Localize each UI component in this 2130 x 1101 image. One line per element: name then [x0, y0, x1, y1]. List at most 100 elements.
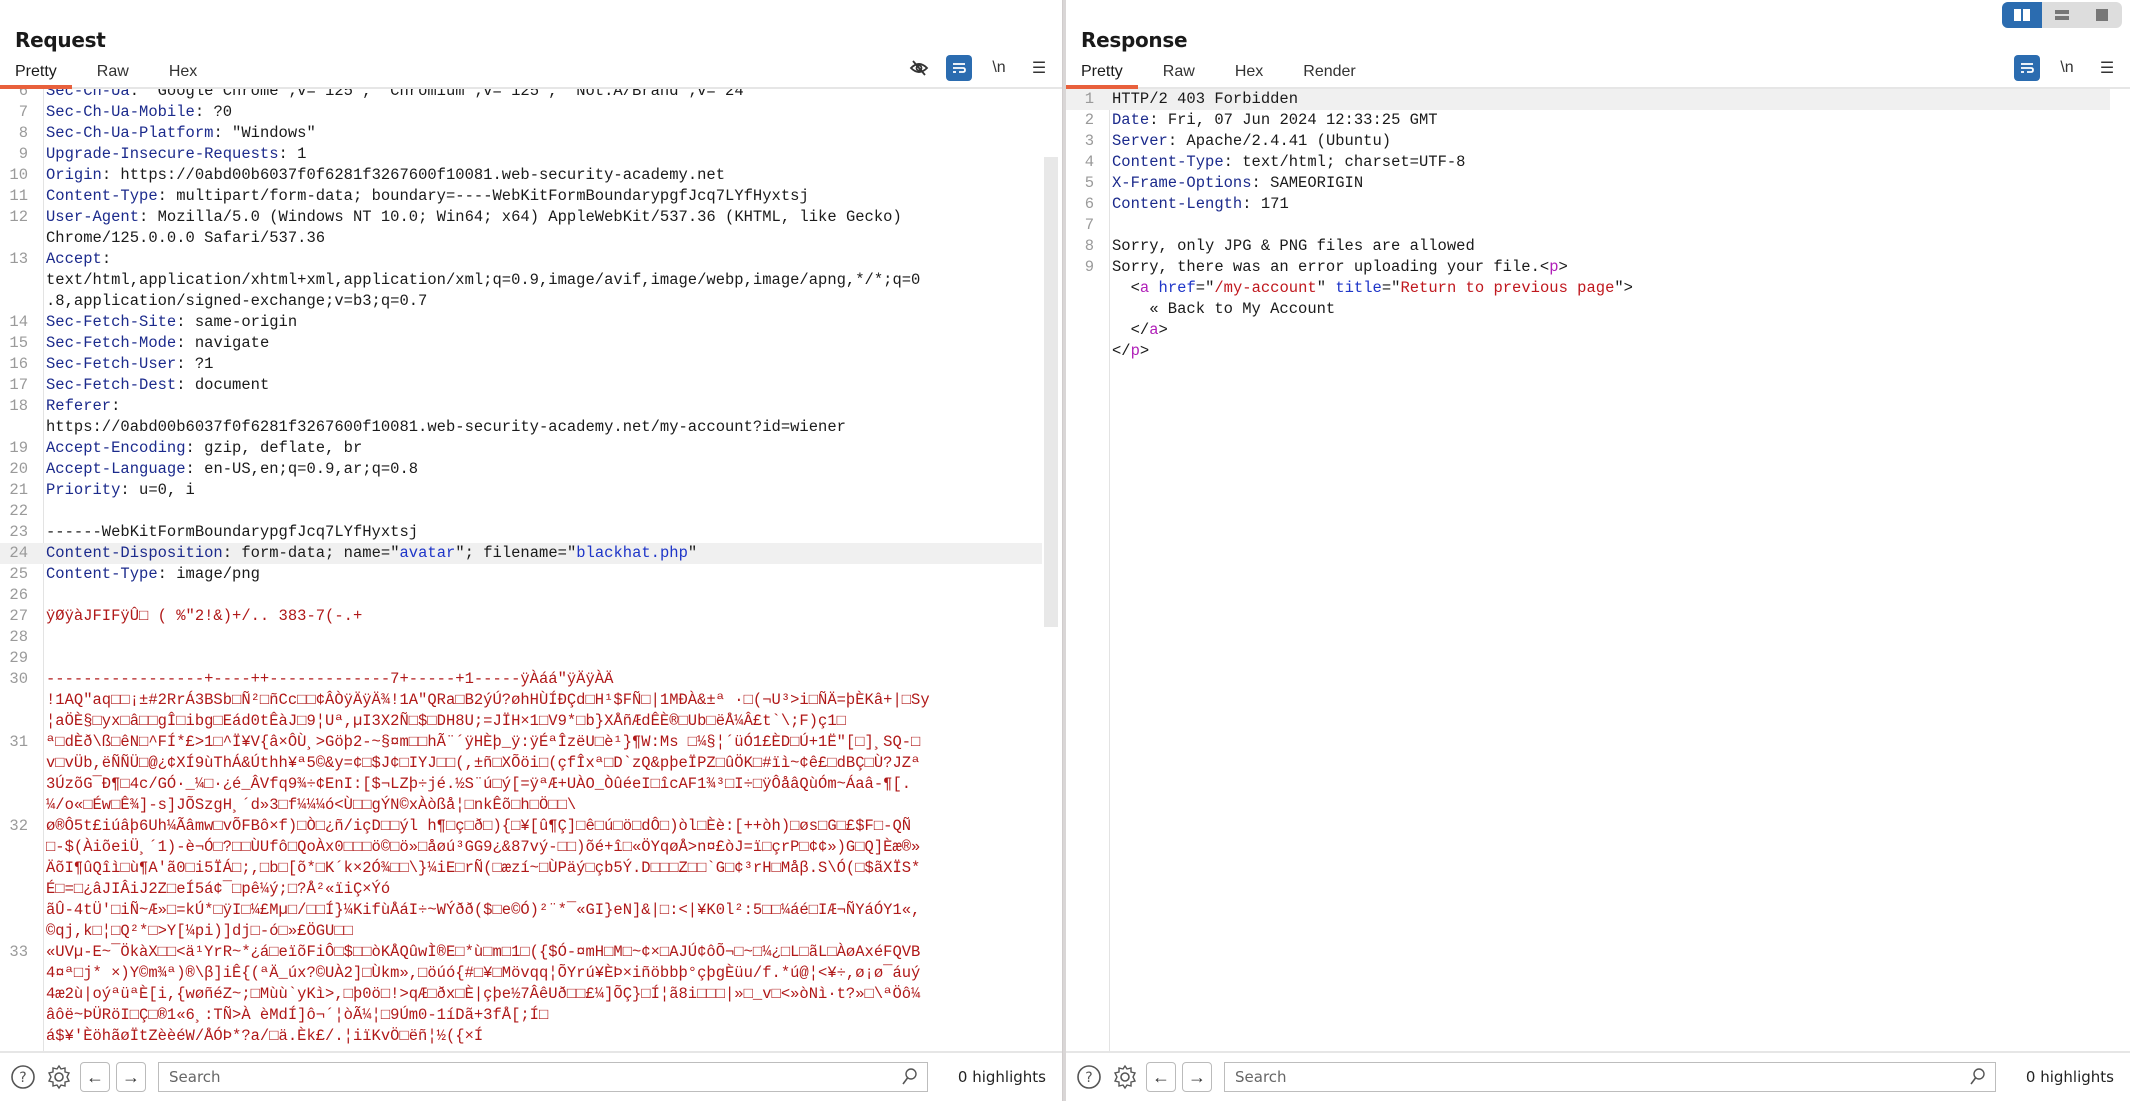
- header-colon: :: [185, 439, 195, 457]
- line-content: Date: Fri, 07 Jun 2024 12:33:25 GMT: [1102, 110, 1438, 131]
- attr-value: Return to previous page: [1400, 279, 1615, 297]
- line-content: [36, 627, 46, 648]
- line-content: □-$(ÀiõeiÜ¸´1)-è¬Ó□?□□ÙUfô□QoÀx0□□□ö©□ö»…: [36, 837, 920, 858]
- header-value: "Google Chrome";v="125", "Chromium";v="1…: [139, 89, 753, 100]
- attr-value: /my-account: [1214, 279, 1317, 297]
- code-line: 8 Sorry, only JPG & PNG files are allowed: [1066, 236, 2110, 257]
- editor-menu-button[interactable]: ☰: [2094, 55, 2120, 81]
- arrow-right-icon: →: [122, 1066, 140, 1087]
- body-text: « Back to My Account: [1112, 300, 1336, 318]
- text: .8,application/signed-exchange;v=b3;q=0.…: [46, 292, 428, 310]
- binary-data: 4¤ª□j* ×)Y©m¾ª)®\β]iÊ{(ªÄ_úx?©UÀ2]□Ùkm»,…: [46, 964, 921, 982]
- binary-data: !1AQ"aq□□¡±#2RrÁ3BSb□Ñ²□ñCc□□¢ÂÒÿÄÿÄ¾!1A…: [46, 691, 930, 709]
- code-line: 18 Referer:: [0, 396, 1042, 417]
- search-next-button[interactable]: →: [1182, 1062, 1212, 1092]
- binary-data: 3ÚzõG¯Ð¶□4c/GÓ·_¼□·¿é_ÂVfq9¾÷¢EnI:[$¬LZþ…: [46, 775, 912, 793]
- layout-side-by-side-button[interactable]: [2002, 2, 2042, 28]
- request-tab-raw[interactable]: Raw: [82, 63, 144, 87]
- line-number: [0, 963, 36, 984]
- binary-data: ¼/o«□Éw□Ê¾]-s]JÕSzgH¸´d»3□f¼¼¼ó<Ù□□gÝN©x…: [46, 796, 577, 814]
- line-content: [36, 501, 46, 522]
- line-number: 9: [1084, 258, 1094, 276]
- line-content: Sec-Fetch-Dest: document: [36, 375, 269, 396]
- line-number: [0, 900, 36, 921]
- word-wrap-toggle[interactable]: [2014, 55, 2040, 81]
- rows-icon: [2055, 10, 2069, 20]
- help-button[interactable]: ?: [8, 1062, 38, 1092]
- tag-name: p: [1549, 258, 1559, 276]
- code-line: 8 Sec-Ch-Ua-Platform: "Windows": [0, 123, 1042, 144]
- line-number: 19: [9, 439, 28, 457]
- search-previous-button[interactable]: ←: [1146, 1062, 1176, 1092]
- header-name: Sec-Fetch-Dest: [46, 376, 177, 394]
- line-number: 28: [9, 628, 28, 646]
- line-content: .8,application/signed-exchange;v=b3;q=0.…: [36, 291, 427, 312]
- request-tab-pretty[interactable]: Pretty: [0, 63, 72, 89]
- line-content: Sorry, there was an error uploading your…: [1102, 257, 1568, 278]
- line-number: 33: [9, 943, 28, 961]
- header-colon: :: [101, 250, 112, 268]
- response-editor[interactable]: 1 HTTP/2 403 Forbidden 2 Date: Fri, 07 Jun …: [1066, 89, 2130, 1051]
- editor-menu-button[interactable]: ☰: [1026, 55, 1052, 81]
- line-content: X-Frame-Options: SAMEORIGIN: [1102, 173, 1363, 194]
- show-newlines-button[interactable]: \n: [2054, 55, 2080, 81]
- code-line: 19 Accept-Encoding: gzip, deflate, br: [0, 438, 1042, 459]
- line-content: Content-Type: image/png: [36, 564, 260, 585]
- line-number: 14: [9, 313, 28, 331]
- code-line: 27 ÿØÿàJFIFÿÛ□ ( %"2!&)+/.. 383-7(-.+: [0, 606, 1042, 627]
- layout-single-button[interactable]: [2082, 2, 2122, 28]
- request-search-input[interactable]: [169, 1068, 901, 1086]
- code-line: « Back to My Account: [1066, 299, 2110, 320]
- line-content: [36, 648, 46, 669]
- request-title: Request: [15, 28, 106, 52]
- header-name: Content-Length: [1112, 195, 1243, 213]
- header-colon: :: [139, 208, 149, 226]
- line-number: 8: [1084, 237, 1094, 255]
- hide-nonprintable-button[interactable]: [906, 55, 932, 81]
- request-search-field: [158, 1062, 928, 1092]
- quote: ": [1316, 279, 1336, 297]
- request-tab-hex[interactable]: Hex: [154, 63, 212, 87]
- line-content: text/html,application/xhtml+xml,applicat…: [36, 270, 920, 291]
- settings-button[interactable]: [1110, 1062, 1140, 1092]
- gear-icon: [1113, 1064, 1137, 1090]
- request-editor[interactable]: 6 Sec-Ch-Ua: "Google Chrome";v="125", "Ch…: [0, 89, 1062, 1051]
- search-next-button[interactable]: →: [116, 1062, 146, 1092]
- help-button[interactable]: ?: [1074, 1062, 1104, 1092]
- response-tab-hex[interactable]: Hex: [1220, 63, 1278, 87]
- response-search-input[interactable]: [1235, 1068, 1969, 1086]
- header-value: form-data; name=: [232, 544, 391, 562]
- header-name: Content-Type: [46, 565, 158, 583]
- header-value: "Windows": [222, 124, 316, 142]
- code-line: á$¥'ÈöhãøÏtZèèéW/ÅÓÞ*?a/□ä.Èk£/.¦iïKvÖ□ë…: [0, 1026, 1042, 1047]
- code-line: 3 Server: Apache/2.4.41 (Ubuntu): [1066, 131, 2110, 152]
- layout-stacked-button[interactable]: [2042, 2, 2082, 28]
- code-line: Chrome/125.0.0.0 Safari/537.36: [0, 228, 1042, 249]
- line-content: ª□dÈð\ß□êN□^FÍ*£>1□^Ï¥V{â×ÔÙ¸>Göþ2-~§¤m□…: [36, 732, 920, 753]
- line-number: 6: [18, 89, 28, 100]
- code-line: 4æ2ù|oýªüªÈ[i,{wøñéZ~;□Mùù`yKì>,□þ0ö□!>q…: [0, 984, 1042, 1005]
- code-line: ãÛ-4tÜ'□iÑ~Æ»□=kÚ*□ÿI□¼£Mµ□/□□Í}¼KifùÅáI…: [0, 900, 1042, 921]
- header-colon: :: [194, 103, 205, 121]
- binary-data: ø®Ô5t£iúâþ6Uh¼Ãâmw□vÕFBô×f)□Ò□¿ñ/içD□□ýl…: [46, 817, 912, 835]
- response-tab-raw[interactable]: Raw: [1148, 63, 1210, 87]
- request-scrollbar[interactable]: [1044, 157, 1058, 627]
- response-editor-tools: \n ☰: [2014, 55, 2120, 81]
- quote: ": [566, 544, 577, 562]
- binary-data: -----------------+----++-------------7+-…: [46, 670, 614, 688]
- line-number: [0, 1005, 36, 1026]
- header-colon: :: [176, 334, 186, 352]
- search-previous-button[interactable]: ←: [80, 1062, 110, 1092]
- code-line: v□vÜb,ëÑÑÜ□@¿¢XÍ9ùThÁ&Úthh¥ª5©&y=¢□$J¢□I…: [0, 753, 1042, 774]
- word-wrap-toggle[interactable]: [946, 55, 972, 81]
- line-number: 23: [9, 523, 28, 541]
- header-value: Mozilla/5.0 (Windows NT 10.0; Win64; x64…: [148, 208, 902, 226]
- show-newlines-button[interactable]: \n: [986, 55, 1012, 81]
- header-name: Sec-Fetch-Mode: [46, 334, 177, 352]
- response-tab-pretty[interactable]: Pretty: [1066, 63, 1138, 89]
- settings-button[interactable]: [44, 1062, 74, 1092]
- response-tab-render[interactable]: Render: [1288, 63, 1370, 87]
- layout-switch: [2002, 2, 2122, 28]
- menu-icon: ☰: [2099, 60, 2115, 77]
- header-value: ?0: [204, 103, 233, 121]
